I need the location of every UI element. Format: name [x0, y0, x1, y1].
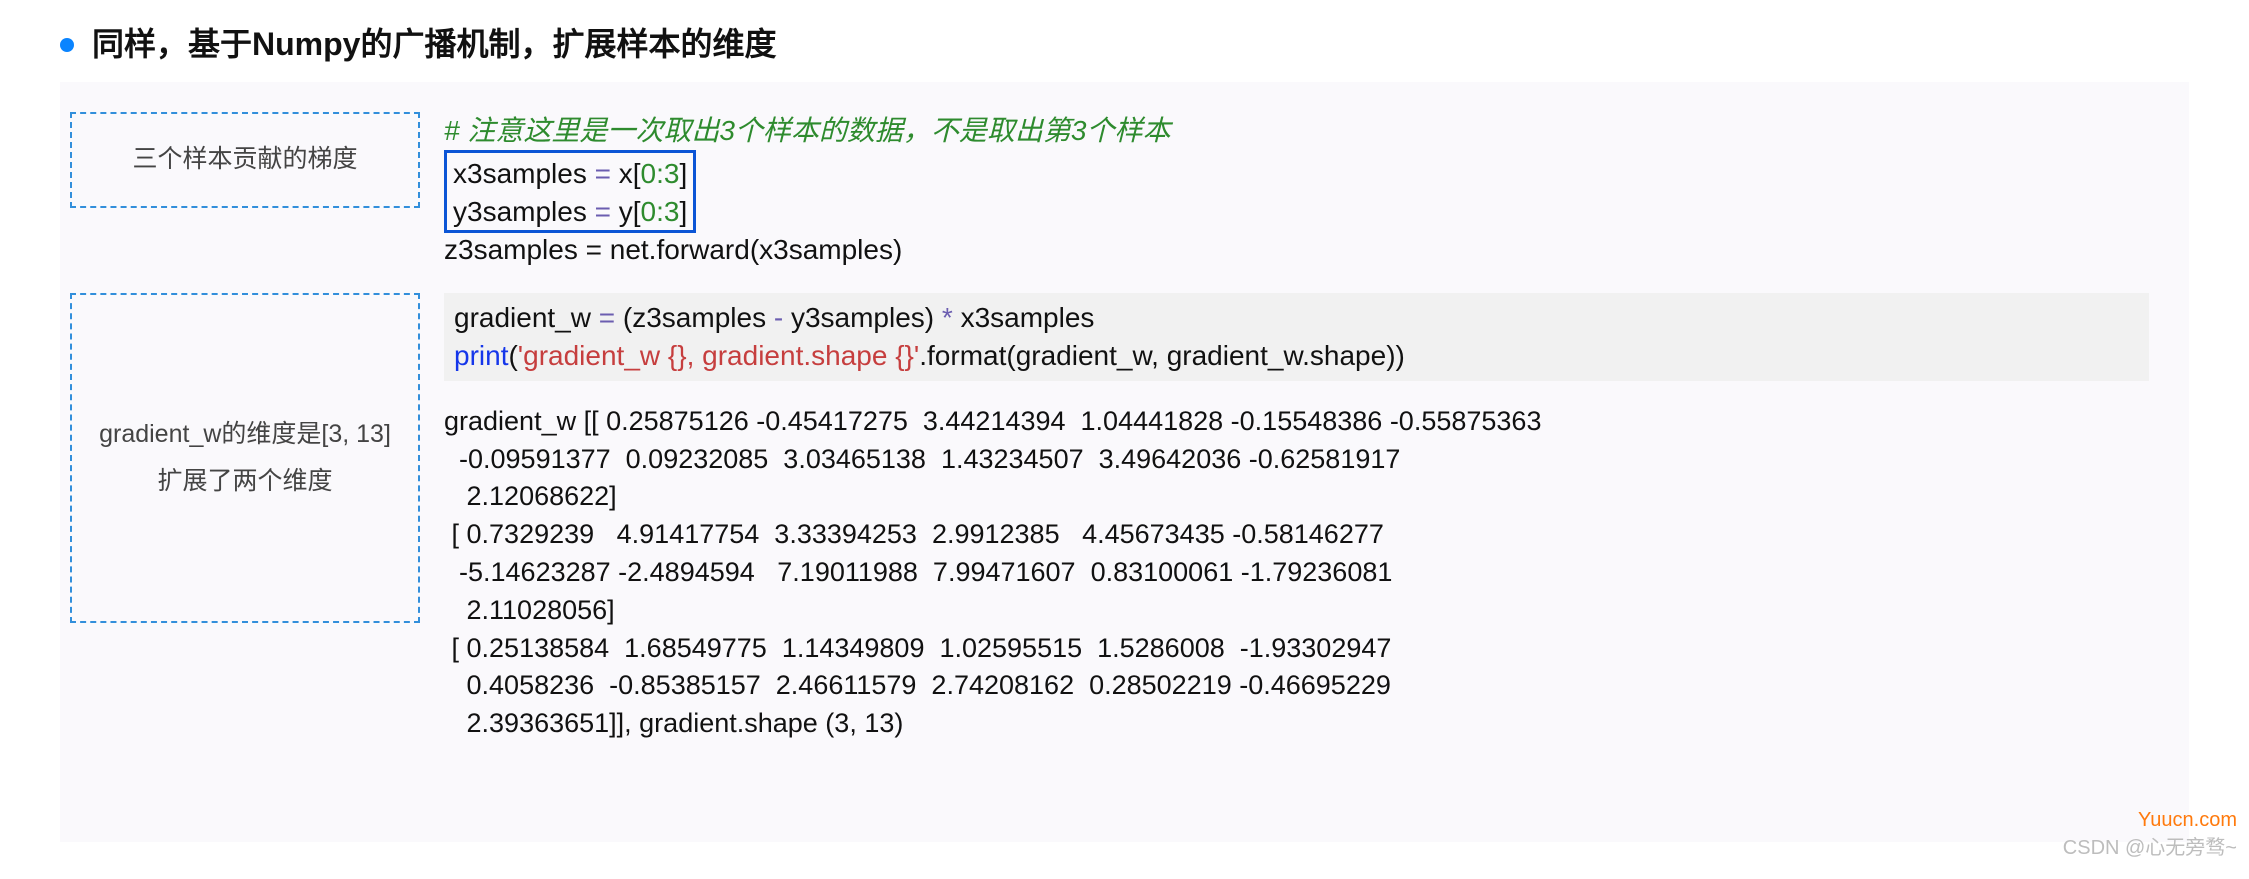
- bullet-icon: [60, 38, 74, 52]
- heading-row: 同样，基于Numpy的广播机制，扩展样本的维度: [60, 20, 2189, 68]
- code-line-y3: y3samples = y[0:3]: [453, 193, 687, 231]
- highlight-box: x3samples = x[0:3] y3samples = y[0:3]: [444, 150, 696, 234]
- watermark-site: Yuucn.com: [2138, 805, 2237, 835]
- code-line-x3: x3samples = x[0:3]: [453, 155, 687, 193]
- row2-right: gradient_w = (z3samples - y3samples) * x…: [444, 293, 2189, 743]
- label-text-1: 三个样本贡献的梯度: [132, 141, 357, 179]
- code-line-print: print('gradient_w {}, gradient.shape {}'…: [454, 337, 2139, 375]
- watermark-csdn: CSDN @心无旁骛~: [2063, 833, 2237, 863]
- gradient-output: gradient_w [[ 0.25875126 -0.45417275 3.4…: [444, 389, 2149, 743]
- row2-code: gradient_w = (z3samples - y3samples) * x…: [444, 293, 2149, 381]
- row-1: 三个样本贡献的梯度 # 注意这里是一次取出3个样本的数据，不是取出第3个样本 x…: [70, 112, 2189, 269]
- heading-text: 同样，基于Numpy的广播机制，扩展样本的维度: [92, 20, 776, 68]
- content: 三个样本贡献的梯度 # 注意这里是一次取出3个样本的数据，不是取出第3个样本 x…: [60, 82, 2189, 842]
- code-line-z3: z3samples = net.forward(x3samples): [444, 231, 2149, 269]
- label-gradient-shape: gradient_w的维度是[3, 13] 扩展了两个维度: [70, 293, 420, 623]
- row1-code: # 注意这里是一次取出3个样本的数据，不是取出第3个样本 x3samples =…: [444, 112, 2149, 269]
- page: 同样，基于Numpy的广播机制，扩展样本的维度 三个样本贡献的梯度 # 注意这里…: [0, 0, 2249, 879]
- label-line1: gradient_w的维度是[3, 13]: [99, 411, 391, 459]
- row1-right: # 注意这里是一次取出3个样本的数据，不是取出第3个样本 x3samples =…: [444, 112, 2189, 269]
- label-inner-2: gradient_w的维度是[3, 13] 扩展了两个维度: [99, 411, 391, 506]
- code-line-gw: gradient_w = (z3samples - y3samples) * x…: [454, 299, 2139, 337]
- label-sample-gradient: 三个样本贡献的梯度: [70, 112, 420, 208]
- row-2: gradient_w的维度是[3, 13] 扩展了两个维度 gradient_w…: [70, 293, 2189, 743]
- label-line2: 扩展了两个维度: [99, 458, 391, 506]
- code-comment: # 注意这里是一次取出3个样本的数据，不是取出第3个样本: [444, 112, 2149, 150]
